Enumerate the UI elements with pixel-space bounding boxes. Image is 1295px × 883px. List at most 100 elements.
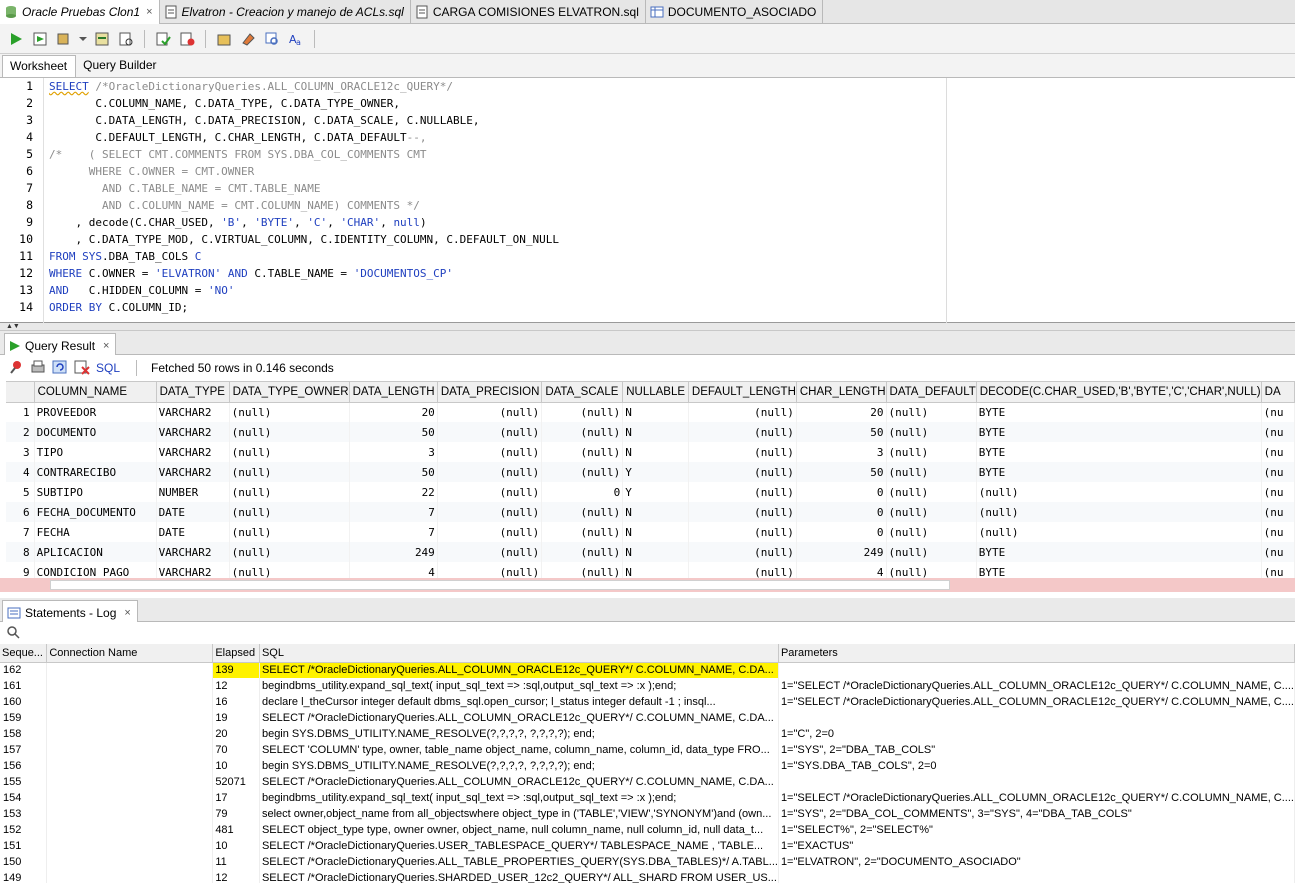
table-cell[interactable]: (null) — [541, 562, 624, 578]
search-icon[interactable] — [6, 626, 20, 642]
tab-statements-log[interactable]: Statements - Log × — [2, 600, 138, 622]
table-cell[interactable]: VARCHAR2 — [156, 462, 230, 482]
table-cell[interactable]: N — [622, 422, 689, 442]
table-cell[interactable]: NUMBER — [156, 482, 230, 502]
table-cell[interactable]: FECHA_DOCUMENTO — [34, 502, 157, 522]
table-cell[interactable]: (nu — [1261, 482, 1295, 502]
table-cell[interactable]: (null) — [886, 462, 977, 482]
table-cell[interactable]: (nu — [1261, 422, 1295, 442]
dropdown-arrow-icon[interactable] — [78, 29, 88, 49]
log-row[interactable]: 158 20 begin SYS.DBMS_UTILITY.NAME_RESOLVE… — [0, 726, 1295, 742]
log-row[interactable]: 152 481 SELECT object_type type, owner own… — [0, 822, 1295, 838]
table-cell[interactable]: 249 — [349, 542, 438, 562]
table-cell[interactable]: (null) — [688, 462, 797, 482]
table-cell[interactable]: 50 — [796, 422, 887, 442]
table-cell[interactable]: (null) — [229, 482, 350, 502]
log-column-header[interactable]: Elapsed — [212, 644, 260, 663]
sql-link[interactable]: SQL — [96, 361, 120, 375]
table-cell[interactable]: (nu — [1261, 562, 1295, 578]
log-row[interactable]: 160 16 declare l_theCursor integer default… — [0, 694, 1295, 710]
pin-icon[interactable] — [8, 359, 24, 378]
table-cell[interactable]: N — [622, 402, 689, 422]
table-cell[interactable]: PROVEEDOR — [34, 402, 157, 422]
table-cell[interactable]: 50 — [796, 462, 887, 482]
table-cell[interactable]: DATE — [156, 522, 230, 542]
sql-tuning-icon[interactable] — [116, 29, 136, 49]
table-cell[interactable]: (null) — [437, 442, 543, 462]
column-header[interactable]: DA — [1261, 382, 1295, 403]
table-cell[interactable]: 50 — [349, 462, 438, 482]
table-row[interactable]: 8 APLICACION VARCHAR2 (null) 249 (null) (null)… — [6, 542, 1295, 562]
log-row[interactable]: 153 79 select owner,object_name from all_o… — [0, 806, 1295, 822]
table-cell[interactable]: 20 — [796, 402, 887, 422]
column-header[interactable]: DECODE(C.CHAR_USED,'B','BYTE','C','CHAR'… — [976, 382, 1262, 403]
run-statement-icon[interactable] — [6, 29, 26, 49]
column-header[interactable]: DATA_SCALE — [541, 382, 624, 403]
editor-tab-2[interactable]: Elvatron - Creacion y manejo de ACLs.sql — [160, 0, 411, 23]
table-cell[interactable]: 0 — [796, 522, 887, 542]
close-icon[interactable]: × — [124, 607, 130, 619]
table-cell[interactable]: N — [622, 502, 689, 522]
table-cell[interactable]: (null) — [437, 422, 543, 442]
column-header[interactable]: CHAR_LENGTH — [796, 382, 887, 403]
table-cell[interactable]: (null) — [976, 502, 1262, 522]
table-cell[interactable]: 7 — [349, 522, 438, 542]
table-cell[interactable]: 3 — [796, 442, 887, 462]
tab-worksheet[interactable]: Worksheet — [2, 55, 77, 77]
find-replace-icon[interactable] — [262, 29, 282, 49]
cancel-query-icon[interactable] — [74, 359, 90, 378]
table-cell[interactable]: (null) — [688, 522, 797, 542]
table-cell[interactable]: (null) — [688, 542, 797, 562]
table-cell[interactable]: (null) — [437, 542, 543, 562]
log-row[interactable]: 161 12 begindbms_utility.expand_sql_text( … — [0, 678, 1295, 694]
table-cell[interactable]: (null) — [688, 562, 797, 578]
table-cell[interactable]: (null) — [437, 522, 543, 542]
table-cell[interactable]: Y — [622, 462, 689, 482]
table-cell[interactable]: (null) — [886, 522, 977, 542]
log-row[interactable]: 156 10 begin SYS.DBMS_UTILITY.NAME_RESOLVE… — [0, 758, 1295, 774]
table-cell[interactable]: (nu — [1261, 502, 1295, 522]
table-cell[interactable]: (null) — [886, 442, 977, 462]
close-icon[interactable]: × — [146, 6, 152, 18]
table-cell[interactable]: (null) — [541, 402, 624, 422]
table-cell[interactable]: 22 — [349, 482, 438, 502]
table-cell[interactable]: (null) — [229, 502, 350, 522]
rollback-icon[interactable] — [177, 29, 197, 49]
table-cell[interactable]: (null) — [437, 562, 543, 578]
table-cell[interactable]: BYTE — [976, 442, 1262, 462]
autotrace-icon[interactable] — [54, 29, 74, 49]
explain-plan-icon[interactable] — [92, 29, 112, 49]
table-cell[interactable]: BYTE — [976, 402, 1262, 422]
table-cell[interactable]: (null) — [688, 422, 797, 442]
sql-code-area[interactable]: SELECT /*OracleDictionaryQueries.ALL_COL… — [49, 78, 945, 323]
log-row[interactable]: 159 19 SELECT /*OracleDictionaryQueries.AL… — [0, 710, 1295, 726]
column-header[interactable]: DATA_TYPE_OWNER — [229, 382, 350, 403]
log-column-header[interactable]: Parameters — [778, 644, 1295, 663]
table-cell[interactable]: CONDICION_PAGO — [34, 562, 157, 578]
table-cell[interactable]: 0 — [541, 482, 624, 502]
clear-eraser-icon[interactable] — [238, 29, 258, 49]
table-cell[interactable]: (null) — [541, 542, 624, 562]
table-cell[interactable]: 0 — [796, 502, 887, 522]
table-cell[interactable]: CONTRARECIBO — [34, 462, 157, 482]
table-cell[interactable]: FECHA — [34, 522, 157, 542]
commit-icon[interactable] — [153, 29, 173, 49]
editor-tab-1[interactable]: Oracle Pruebas Clon1 × — [0, 0, 160, 24]
table-cell[interactable]: (null) — [541, 442, 624, 462]
table-cell[interactable]: VARCHAR2 — [156, 542, 230, 562]
table-cell[interactable]: (null) — [229, 542, 350, 562]
column-header[interactable]: DATA_LENGTH — [349, 382, 438, 403]
table-cell[interactable]: (null) — [688, 482, 797, 502]
log-row[interactable]: 149 12 SELECT /*OracleDictionaryQueries.SH… — [0, 870, 1295, 883]
table-cell[interactable]: (null) — [229, 462, 350, 482]
log-row[interactable]: 154 17 begindbms_utility.expand_sql_text( … — [0, 790, 1295, 806]
table-cell[interactable]: N — [622, 442, 689, 462]
table-row[interactable]: 5 SUBTIPO NUMBER (null) 22 (null) 0 Y (null) 0 (nu… — [6, 482, 1295, 502]
table-cell[interactable]: VARCHAR2 — [156, 402, 230, 422]
table-cell[interactable]: (null) — [886, 422, 977, 442]
table-cell[interactable]: DATE — [156, 502, 230, 522]
table-cell[interactable]: (null) — [541, 522, 624, 542]
table-row[interactable]: 4 CONTRARECIBO VARCHAR2 (null) 50 (null) (null… — [6, 462, 1295, 482]
table-cell[interactable]: (nu — [1261, 522, 1295, 542]
table-row[interactable]: 3 TIPO VARCHAR2 (null) 3 (null) (null) N (null) 3… — [6, 442, 1295, 462]
